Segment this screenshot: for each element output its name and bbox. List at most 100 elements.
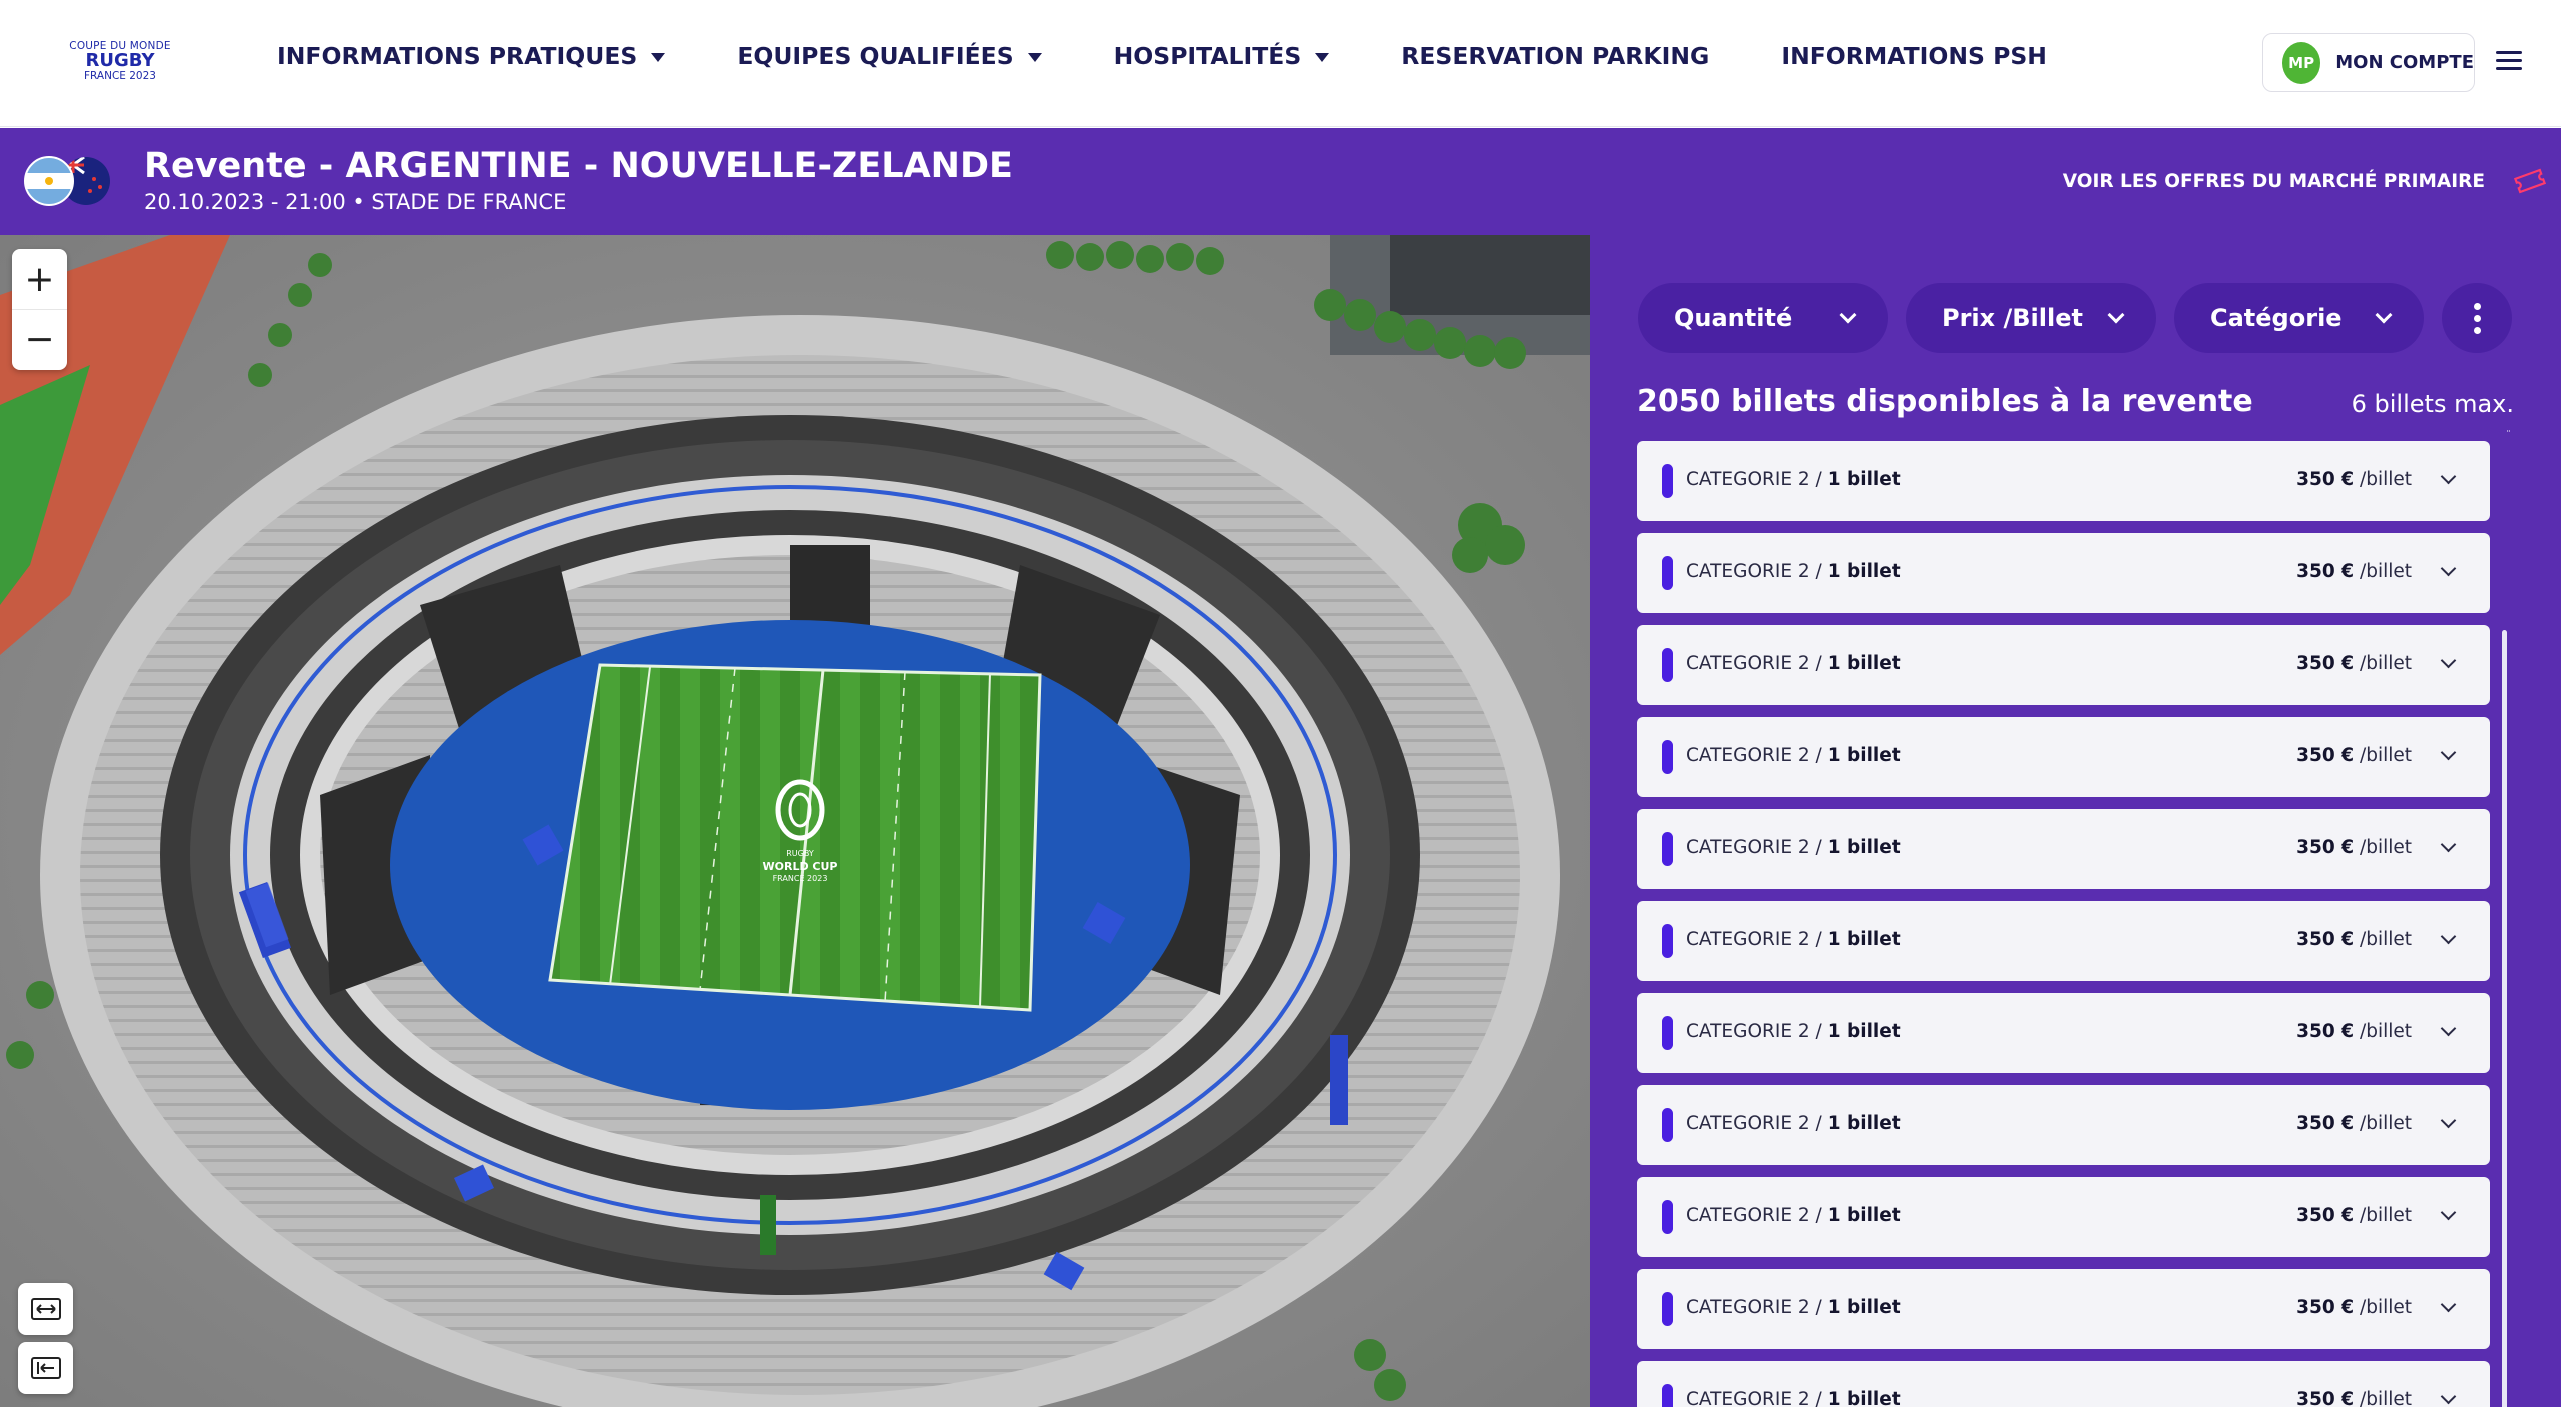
ticket-price: 350 € /billet xyxy=(2296,1389,2412,1407)
expand-map-button[interactable] xyxy=(18,1283,73,1335)
ticket-offer-row[interactable]: CATEGORIE 2 / 1 billet 350 € /billet xyxy=(1637,533,2490,613)
chevron-down-icon[interactable] xyxy=(2440,744,2457,761)
ticket-price: 350 € /billet xyxy=(2296,469,2412,490)
chevron-down-icon xyxy=(1839,306,1857,324)
nav-item-label: EQUIPES QUALIFIÉES xyxy=(737,42,1014,70)
ellipsis-icon: ¨ xyxy=(2506,430,2511,441)
nav-item-label: INFORMATIONS PRATIQUES xyxy=(277,42,638,70)
event-title: Revente - ARGENTINE - NOUVELLE-ZELANDE xyxy=(144,146,1013,186)
category-color-marker xyxy=(1662,740,1673,774)
ticket-offer-row[interactable]: CATEGORIE 2 / 1 billet 350 € /billet xyxy=(1637,809,2490,889)
ticket-price: 350 € /billet xyxy=(2296,929,2412,950)
chevron-down-icon[interactable] xyxy=(2440,1388,2457,1405)
avatar: MP xyxy=(2282,41,2321,84)
main-menu: INFORMATIONS PRATIQUES EQUIPES QUALIFIÉE… xyxy=(277,42,2119,70)
zoom-controls: + − xyxy=(12,249,67,370)
ticket-category: CATEGORIE 2 / 1 billet xyxy=(1686,1205,1901,1226)
ticket-category: CATEGORIE 2 / 1 billet xyxy=(1686,1021,1901,1042)
logo-line-2: RUGBY xyxy=(85,50,155,71)
top-navigation: COUPE DU MONDE RUGBY FRANCE 2023 INFORMA… xyxy=(0,0,2561,127)
account-button[interactable]: MP MON COMPTE xyxy=(2262,33,2475,92)
ticket-price: 350 € /billet xyxy=(2296,745,2412,766)
chevron-down-icon[interactable] xyxy=(2440,1112,2457,1129)
rugby-world-cup-logo[interactable]: COUPE DU MONDE RUGBY FRANCE 2023 xyxy=(60,40,180,90)
stadium-map[interactable]: RUGBY WORLD CUP FRANCE 2023 + − xyxy=(0,235,1590,1407)
ticket-offer-row[interactable]: CATEGORIE 2 / 1 billet 350 € /billet xyxy=(1637,441,2490,521)
chevron-down-icon[interactable] xyxy=(2440,1020,2457,1037)
ticket-category: CATEGORIE 2 / 1 billet xyxy=(1686,1113,1901,1134)
nav-item-hospitalites[interactable]: HOSPITALITÉS xyxy=(1114,42,1330,70)
ticket-icon[interactable] xyxy=(2513,164,2547,198)
pitch-logo-line-2: WORLD CUP xyxy=(763,860,838,873)
account-label: MON COMPTE xyxy=(2335,52,2474,73)
category-color-marker xyxy=(1662,556,1673,590)
ticket-offer-row[interactable]: CATEGORIE 2 / 1 billet 350 € /billet xyxy=(1637,1177,2490,1257)
category-color-marker xyxy=(1662,832,1673,866)
category-color-marker xyxy=(1662,1292,1673,1326)
list-scrollbar[interactable] xyxy=(2502,630,2507,1407)
chevron-down-icon[interactable] xyxy=(2440,1296,2457,1313)
stadium-3d-view[interactable]: RUGBY WORLD CUP FRANCE 2023 xyxy=(0,235,1590,1407)
max-tickets-label: 6 billets max. xyxy=(2351,390,2514,418)
nav-item-equipes-qualifiees[interactable]: EQUIPES QUALIFIÉES xyxy=(737,42,1042,70)
category-color-marker xyxy=(1662,1200,1673,1234)
category-filter[interactable]: Catégorie xyxy=(2174,283,2424,353)
chevron-down-icon[interactable] xyxy=(2440,836,2457,853)
primary-market-link[interactable]: VOIR LES OFFRES DU MARCHÉ PRIMAIRE xyxy=(2063,171,2485,192)
more-options-icon[interactable] xyxy=(2442,283,2512,353)
ticket-offer-row[interactable]: CATEGORIE 2 / 1 billet 350 € /billet xyxy=(1637,901,2490,981)
nav-item-reservation-parking[interactable]: RESERVATION PARKING xyxy=(1401,42,1709,70)
zoom-out-button[interactable]: − xyxy=(12,309,67,369)
nav-item-label: RESERVATION PARKING xyxy=(1401,42,1710,70)
hamburger-menu-icon[interactable] xyxy=(2496,51,2522,71)
ticket-offer-row[interactable]: CATEGORIE 2 / 1 billet 350 € /billet xyxy=(1637,625,2490,705)
caret-down-icon xyxy=(651,52,666,62)
category-color-marker xyxy=(1662,648,1673,682)
category-color-marker xyxy=(1662,924,1673,958)
ticket-offer-row[interactable]: CATEGORIE 2 / 1 billet 350 € /billet xyxy=(1637,1085,2490,1165)
chevron-down-icon[interactable] xyxy=(2440,928,2457,945)
ticket-category: CATEGORIE 2 / 1 billet xyxy=(1686,837,1901,858)
ticket-list: CATEGORIE 2 / 1 billet 350 € /billet CAT… xyxy=(1637,441,2490,1407)
available-tickets-count: 2050 billets disponibles à la revente xyxy=(1637,384,2253,419)
ticket-offer-row[interactable]: CATEGORIE 2 / 1 billet 350 € /billet xyxy=(1637,717,2490,797)
price-filter-label: Prix /Billet xyxy=(1942,304,2083,332)
ticket-offer-row[interactable]: CATEGORIE 2 / 1 billet 350 € /billet xyxy=(1637,1361,2490,1407)
chevron-down-icon[interactable] xyxy=(2440,468,2457,485)
quantity-filter[interactable]: Quantité xyxy=(1638,283,1888,353)
ticket-category: CATEGORIE 2 / 1 billet xyxy=(1686,745,1901,766)
chevron-down-icon xyxy=(2375,306,2393,324)
ticket-category: CATEGORIE 2 / 1 billet xyxy=(1686,653,1901,674)
price-filter[interactable]: Prix /Billet xyxy=(1906,283,2156,353)
category-color-marker xyxy=(1662,464,1673,498)
expand-horizontal-icon xyxy=(30,1298,61,1320)
collapse-panel-button[interactable] xyxy=(18,1342,73,1394)
event-date-venue: 20.10.2023 - 21:00 • STADE DE FRANCE xyxy=(144,190,567,214)
nav-item-informations-pratiques[interactable]: INFORMATIONS PRATIQUES xyxy=(277,42,666,70)
event-header: Revente - ARGENTINE - NOUVELLE-ZELANDE 2… xyxy=(0,128,2561,235)
ticket-category: CATEGORIE 2 / 1 billet xyxy=(1686,561,1901,582)
ticket-price: 350 € /billet xyxy=(2296,1297,2412,1318)
ticket-price: 350 € /billet xyxy=(2296,1205,2412,1226)
caret-down-icon xyxy=(1027,52,1042,62)
ticket-category: CATEGORIE 2 / 1 billet xyxy=(1686,1297,1901,1318)
chevron-down-icon xyxy=(2107,306,2125,324)
collapse-left-icon xyxy=(30,1357,61,1379)
chevron-down-icon[interactable] xyxy=(2440,652,2457,669)
caret-down-icon xyxy=(1315,52,1330,62)
quantity-filter-label: Quantité xyxy=(1674,304,1793,332)
logo-line-3: FRANCE 2023 xyxy=(84,70,156,82)
category-color-marker xyxy=(1662,1016,1673,1050)
team-flags-icon xyxy=(24,156,110,206)
ticket-category: CATEGORIE 2 / 1 billet xyxy=(1686,929,1901,950)
zoom-in-button[interactable]: + xyxy=(12,249,67,309)
ticket-price: 350 € /billet xyxy=(2296,1021,2412,1042)
ticket-offer-row[interactable]: CATEGORIE 2 / 1 billet 350 € /billet xyxy=(1637,1269,2490,1349)
resale-panel: Quantité Prix /Billet Catégorie 2050 bil… xyxy=(1590,235,2561,1407)
ticket-price: 350 € /billet xyxy=(2296,1113,2412,1134)
category-filter-label: Catégorie xyxy=(2210,304,2342,332)
ticket-offer-row[interactable]: CATEGORIE 2 / 1 billet 350 € /billet xyxy=(1637,993,2490,1073)
chevron-down-icon[interactable] xyxy=(2440,560,2457,577)
nav-item-informations-psh[interactable]: INFORMATIONS PSH xyxy=(1781,42,2047,70)
chevron-down-icon[interactable] xyxy=(2440,1204,2457,1221)
